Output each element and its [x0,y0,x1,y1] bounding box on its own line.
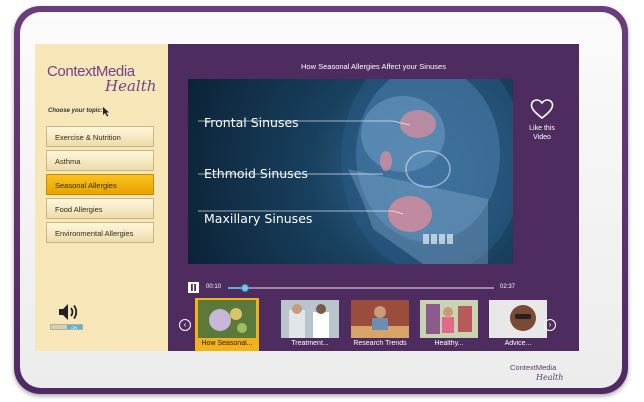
topic-list: Exercise & Nutrition Asthma Seasonal All… [46,126,154,246]
app-logo: ContextMedia Health [47,64,165,94]
video-playlist: ‹ How Seasonal... Treatment... Research … [168,298,579,351]
playback-controls: 00:10 02:37 [188,279,523,295]
playlist-item-advice[interactable]: Advice... [486,298,550,351]
playlist-item-research-trends[interactable]: Research Trends [348,298,412,351]
pause-icon[interactable] [188,282,199,293]
playlist-item-label: How Seasonal... [201,340,253,347]
chevron-left-icon[interactable]: ‹ [179,319,191,331]
thumbnail-image [351,300,409,338]
topic-button-food-allergies[interactable]: Food Allergies [46,198,154,219]
topic-button-environmental-allergies[interactable]: Environmental Allergies [46,222,154,243]
pointer-cursor-icon [103,107,109,117]
video-panel: How Seasonal Allergies Affect your Sinus… [168,44,579,351]
total-time: 02:37 [500,284,516,290]
playlist-item-how-seasonal[interactable]: How Seasonal... [195,298,259,351]
sidebar: ContextMedia Health Choose your topic: E… [35,44,168,351]
playlist-item-label: Advice... [504,340,532,347]
thumbnail-image [489,300,547,338]
label-frontal-sinuses: Frontal Sinuses [204,115,299,130]
progress-handle[interactable] [241,284,250,292]
playlist-item-treatment[interactable]: Treatment... [278,298,342,351]
playlist-item-healthy[interactable]: Healthy... [417,298,481,351]
progress-bar[interactable] [228,284,494,292]
video-player[interactable]: Frontal Sinuses Ethmoid Sinuses Maxillar… [188,79,513,264]
brand-text-contextmedia: ContextMedia [510,363,557,372]
bezel-brand-logo: ContextMedia Health [510,358,563,382]
video-title: How Seasonal Allergies Affect your Sinus… [301,62,446,71]
playlist-item-label: Research Trends [353,340,407,347]
topic-prompt: Choose your topic: [48,108,103,114]
heart-icon [530,99,554,120]
current-time: 00:10 [206,284,222,290]
label-maxillary-sinuses: Maxillary Sinuses [204,211,313,226]
topic-button-seasonal-allergies[interactable]: Seasonal Allergies [46,174,154,195]
logo-text-health: Health [105,77,157,95]
app-screen: ContextMedia Health Choose your topic: E… [35,44,579,351]
label-ethmoid-sinuses: Ethmoid Sinuses [204,166,308,181]
playlist-item-label: Treatment... [291,340,329,347]
like-video-button[interactable]: Like this Video [521,99,563,142]
thumbnail-image [281,300,339,338]
chevron-right-icon[interactable]: › [544,319,556,331]
topic-button-exercise-nutrition[interactable]: Exercise & Nutrition [46,126,154,147]
thumbnail-image [420,300,478,338]
playlist-item-label: Healthy... [434,340,464,347]
volume-on-label: ON [66,325,82,330]
like-video-label: Like this Video [529,125,555,141]
brand-text-health: Health [536,373,564,382]
topic-button-asthma[interactable]: Asthma [46,150,154,171]
volume-toggle[interactable]: ON [50,324,83,330]
speaker-icon[interactable] [57,303,79,321]
thumbnail-image [198,300,256,338]
